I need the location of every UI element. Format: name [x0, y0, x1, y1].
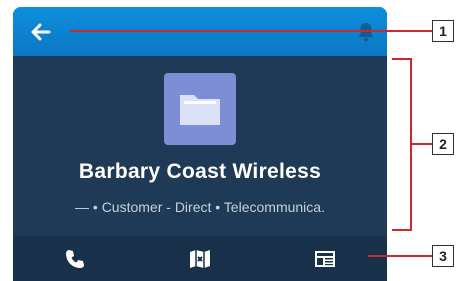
callout-3-label: 3 — [432, 245, 454, 267]
callout-3-line — [368, 255, 432, 257]
callout-2-label: 2 — [432, 133, 454, 155]
notifications-button[interactable] — [355, 21, 377, 43]
record-name: Barbary Coast Wireless — [78, 160, 322, 183]
folder-icon — [180, 95, 220, 125]
bell-icon — [358, 23, 374, 42]
back-arrow-icon — [31, 23, 51, 41]
record-type-tile — [164, 73, 236, 145]
news-button[interactable] — [262, 236, 387, 281]
map-button[interactable] — [138, 236, 263, 281]
record-highlights-card: Barbary Coast Wireless — • Customer - Di… — [13, 7, 387, 281]
action-bar — [13, 236, 387, 281]
callout-2-bracket-bottom — [392, 229, 412, 231]
newspaper-icon — [314, 250, 335, 267]
record-subtitle: — • Customer - Direct • Telecommunica. — [75, 199, 325, 215]
call-button[interactable] — [13, 236, 138, 281]
callout-2-bracket-top — [392, 58, 412, 60]
map-icon — [190, 249, 210, 268]
phone-icon — [66, 249, 85, 268]
callout-1-label: 1 — [432, 20, 454, 42]
callout-2-line — [410, 143, 432, 145]
back-button[interactable] — [27, 18, 55, 46]
callout-1-line — [70, 30, 432, 32]
